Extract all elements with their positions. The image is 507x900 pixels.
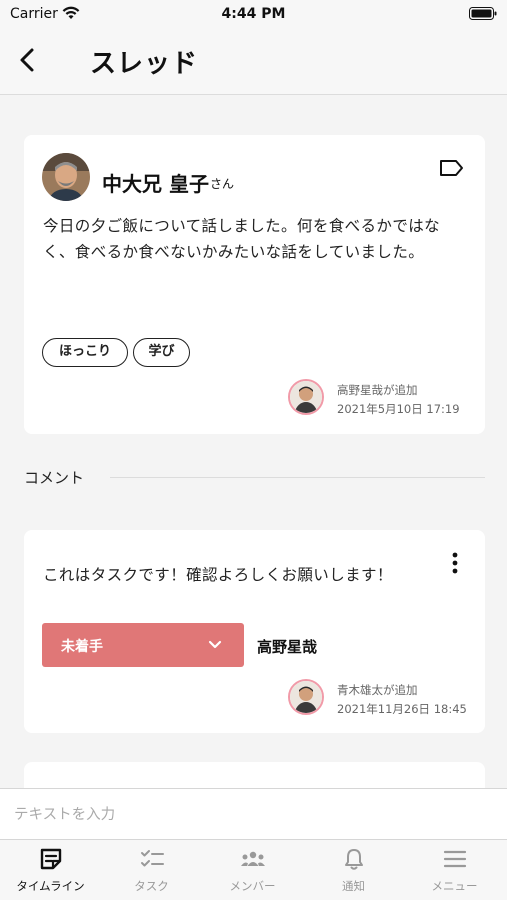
tab-label: 通知 xyxy=(342,879,365,893)
tag-chip[interactable]: ほっこり xyxy=(42,338,128,367)
nav-bar: スレッド xyxy=(0,28,507,95)
adder-avatar xyxy=(288,679,324,715)
tab-timeline[interactable]: タイムライン xyxy=(0,840,101,900)
comment-text: これはタスクです！確認よろしくお願いします！ xyxy=(43,566,393,584)
person-photo-icon xyxy=(42,153,90,201)
chevron-down-icon xyxy=(208,640,222,649)
menu-icon xyxy=(443,850,467,868)
composer-bar xyxy=(0,788,507,840)
tab-bar: タイムライン タスク メンバー 通知 メニュー xyxy=(0,840,507,900)
comments-heading: コメント xyxy=(24,469,85,487)
comment-input[interactable] xyxy=(4,794,503,836)
adder-avatar xyxy=(288,379,324,415)
tab-members[interactable]: メンバー xyxy=(202,840,303,900)
more-vertical-icon[interactable] xyxy=(451,552,459,574)
post-body: 今日の夕ご飯について話しました。何を食べるかではなく、食べるか食べないかみたいな… xyxy=(43,217,441,261)
post-card: 中大兄 皇子 さん 今日の夕ご飯について話しました。何を食べるかではなく、食べる… xyxy=(24,135,485,434)
bell-icon xyxy=(345,849,363,870)
tag-icon[interactable] xyxy=(439,159,465,177)
status-dropdown[interactable]: 未着手 xyxy=(42,623,244,667)
tab-label: メニュー xyxy=(431,879,478,893)
added-by-label: 高野星哉が追加 xyxy=(337,383,418,397)
author-name: 中大兄 皇子 xyxy=(102,172,209,196)
clock: 4:44 PM xyxy=(221,6,286,22)
added-date-label: 2021年5月10日 17:19 xyxy=(337,402,460,416)
person-photo-icon xyxy=(290,381,322,413)
members-icon xyxy=(241,851,265,866)
battery-icon xyxy=(469,7,497,20)
comment-card: これはタスクです！確認よろしくお願いします！ 未着手 高野星哉 青木雄太が追加 … xyxy=(24,530,485,733)
author-avatar[interactable] xyxy=(42,153,90,201)
tab-label: タイムライン xyxy=(16,879,85,893)
page-title: スレッド xyxy=(90,49,199,79)
tab-label: メンバー xyxy=(229,879,276,893)
person-photo-icon xyxy=(290,681,322,713)
added-date-label: 2021年11月26日 18:45 xyxy=(337,702,467,716)
author-honorific: さん xyxy=(210,177,235,191)
task-icon xyxy=(141,850,164,867)
added-by-label: 青木雄太が追加 xyxy=(337,683,418,697)
tab-notifications[interactable]: 通知 xyxy=(303,840,404,900)
tab-label: タスク xyxy=(134,879,169,893)
status-value: 未着手 xyxy=(61,639,103,655)
divider xyxy=(110,477,485,478)
tag-chip[interactable]: 学び xyxy=(133,338,190,367)
timeline-icon xyxy=(40,848,62,870)
tab-task[interactable]: タスク xyxy=(101,840,202,900)
status-bar: Carrier 4:44 PM xyxy=(0,0,507,28)
assignee-name: 高野星哉 xyxy=(257,638,318,656)
back-chevron-icon[interactable] xyxy=(16,46,40,74)
tab-menu[interactable]: メニュー xyxy=(404,840,505,900)
